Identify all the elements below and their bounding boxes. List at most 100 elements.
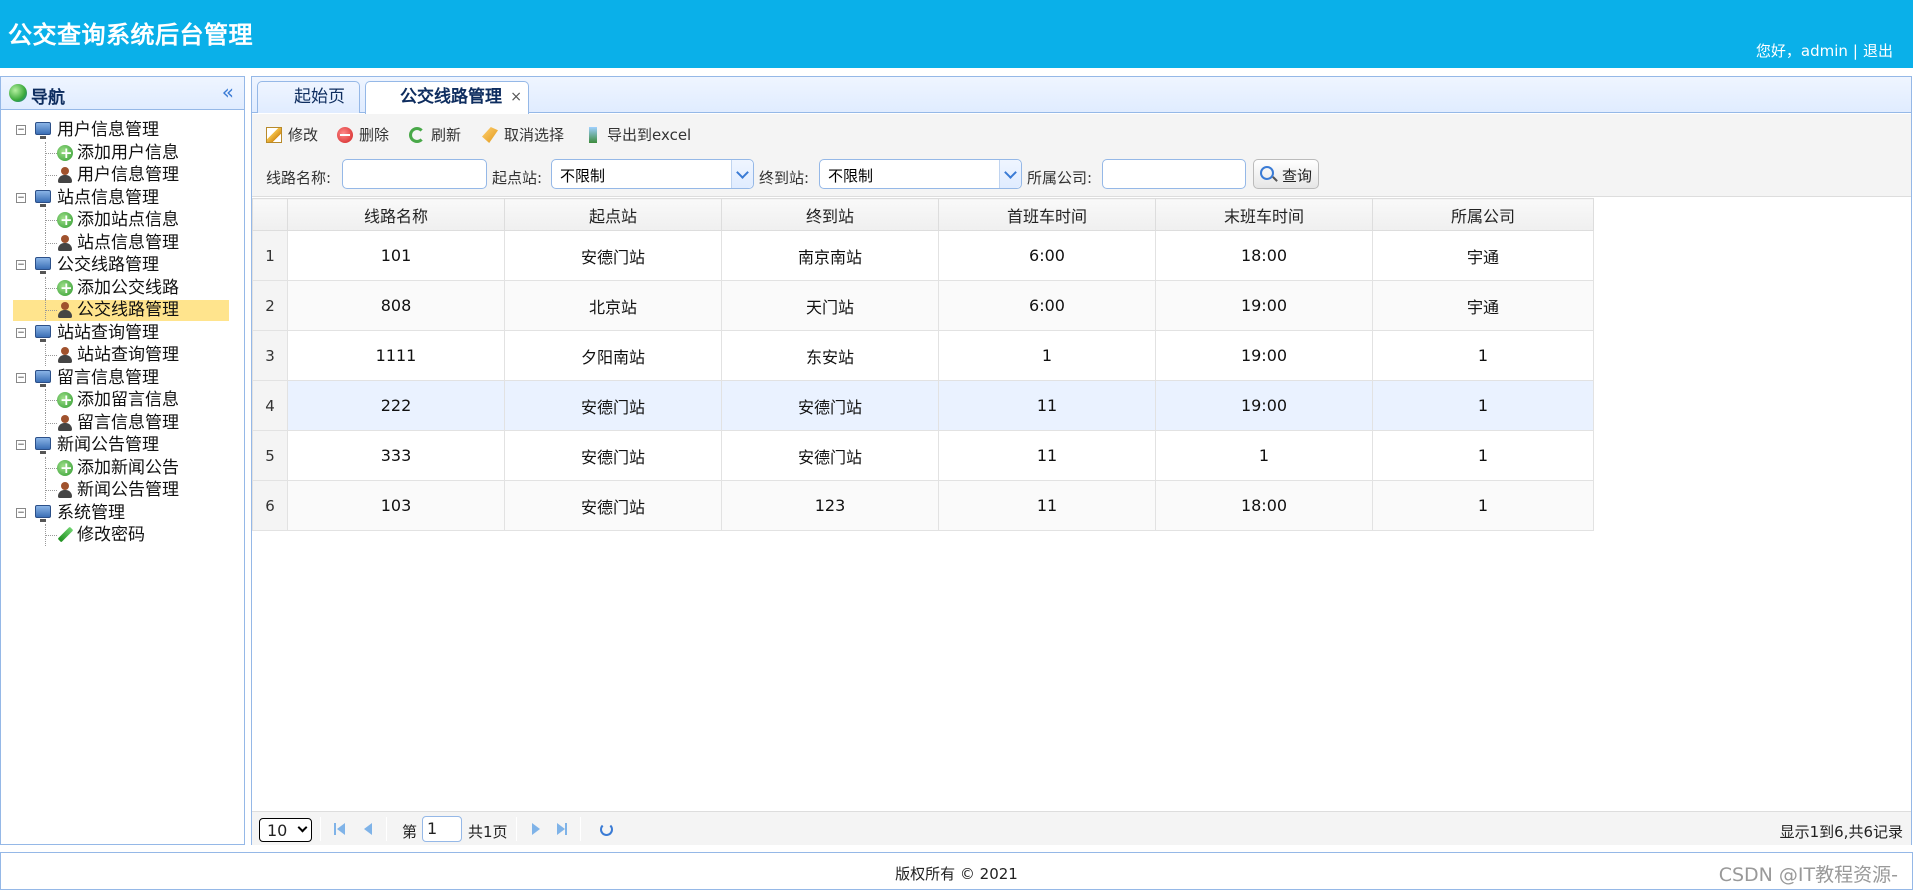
table-cell[interactable]: 222 (287, 380, 505, 431)
tree-group[interactable]: − 站站查询管理 (13, 322, 233, 345)
table-cell[interactable]: 宇通 (1372, 230, 1594, 281)
tree-item[interactable]: 添加留言信息 (13, 389, 233, 412)
tree-item[interactable]: 添加公交线路 (13, 276, 233, 300)
cancel-selection-button[interactable]: 取消选择 (482, 124, 577, 146)
collapse-toggle-icon[interactable]: − (16, 192, 26, 203)
table-cell[interactable]: 103 (287, 480, 505, 531)
tree-item[interactable]: 站点信息管理 (13, 231, 233, 255)
close-icon[interactable]: × (510, 82, 522, 112)
tree-group[interactable]: − 站点信息管理 (13, 187, 233, 210)
tree-group[interactable]: − 公交线路管理 (13, 254, 233, 277)
collapse-toggle-icon[interactable]: − (16, 125, 26, 135)
column-header[interactable]: 线路名称 (287, 198, 505, 231)
table-row[interactable]: 1 101 安德门站 南京南站 6:00 18:00 宇通 (252, 230, 1594, 281)
tree-item[interactable]: 用户信息管理 (13, 164, 233, 187)
table-cell[interactable]: 11 (938, 430, 1156, 481)
collapse-toggle-icon[interactable]: − (16, 260, 26, 270)
table-cell[interactable]: 808 (287, 280, 505, 331)
query-button[interactable]: 查询 (1253, 159, 1319, 189)
tab-bus-line-management[interactable]: 公交线路管理 × (365, 81, 529, 114)
table-row[interactable]: 2 808 北京站 天门站 6:00 19:00 宇通 (252, 280, 1594, 331)
table-cell[interactable]: 北京站 (504, 280, 722, 331)
edit-button[interactable]: 修改 (266, 124, 326, 146)
table-row[interactable]: 6 103 安德门站 123 11 18:00 1 (252, 480, 1594, 531)
table-cell[interactable]: 19:00 (1155, 330, 1373, 381)
table-cell[interactable]: 夕阳南站 (504, 330, 722, 381)
line-name-input[interactable] (342, 159, 487, 189)
table-cell[interactable]: 123 (721, 480, 939, 531)
column-header[interactable]: 所属公司 (1372, 198, 1594, 231)
column-header[interactable]: 首班车时间 (938, 198, 1156, 231)
collapse-icon[interactable]: « (222, 80, 234, 104)
table-cell[interactable]: 11 (938, 480, 1156, 531)
table-row[interactable]: 3 1111 夕阳南站 东安站 1 19:00 1 (252, 330, 1594, 381)
collapse-toggle-icon[interactable]: − (16, 507, 26, 518)
company-input[interactable] (1102, 159, 1246, 189)
table-cell[interactable]: 天门站 (721, 280, 939, 331)
table-cell[interactable]: 1 (1372, 380, 1594, 431)
logout-link[interactable]: 退出 (1863, 42, 1893, 60)
table-cell[interactable]: 6:00 (938, 230, 1156, 281)
chevron-down-icon[interactable] (999, 160, 1021, 188)
table-cell[interactable]: 6:00 (938, 280, 1156, 331)
last-page-icon[interactable] (554, 821, 570, 837)
start-station-value: 不限制 (560, 167, 606, 185)
table-cell[interactable]: 11 (938, 380, 1156, 431)
table-cell[interactable]: 东安站 (721, 330, 939, 381)
tab-home[interactable]: 起始页 (257, 81, 360, 113)
table-row[interactable]: 5 333 安德门站 安德门站 11 1 1 (252, 430, 1594, 481)
tree-group[interactable]: − 留言信息管理 (13, 367, 233, 390)
tree-group[interactable]: − 系统管理 (13, 502, 233, 525)
start-station-select[interactable]: 不限制 (551, 159, 754, 189)
tree-item[interactable]: 添加站点信息 (13, 209, 233, 232)
tree-item[interactable]: 修改密码 (13, 524, 233, 547)
collapse-toggle-icon[interactable]: − (16, 372, 26, 383)
table-cell[interactable]: 安德门站 (504, 480, 722, 531)
collapse-toggle-icon[interactable]: − (16, 327, 26, 338)
table-cell[interactable]: 19:00 (1155, 280, 1373, 331)
tree-item[interactable]: 站站查询管理 (13, 344, 233, 367)
table-cell[interactable]: 南京南站 (721, 230, 939, 281)
table-cell[interactable]: 1 (1372, 430, 1594, 481)
tree-item[interactable]: 公交线路管理 (13, 299, 233, 322)
table-cell[interactable]: 1 (938, 330, 1156, 381)
tree-item[interactable]: 留言信息管理 (13, 411, 233, 435)
table-cell[interactable]: 1 (1372, 330, 1594, 381)
reload-icon[interactable] (600, 823, 613, 836)
refresh-button[interactable]: 刷新 (409, 124, 469, 146)
table-cell[interactable]: 1111 (287, 330, 505, 381)
table-cell[interactable]: 1 (1155, 430, 1373, 481)
table-cell[interactable]: 18:00 (1155, 230, 1373, 281)
table-cell[interactable]: 安德门站 (721, 430, 939, 481)
tree-item[interactable]: 添加新闻公告 (13, 456, 233, 480)
column-header[interactable]: 末班车时间 (1155, 198, 1373, 231)
table-cell[interactable]: 安德门站 (504, 230, 722, 281)
end-station-select[interactable]: 不限制 (819, 159, 1022, 189)
table-cell[interactable]: 333 (287, 430, 505, 481)
table-cell[interactable]: 安德门站 (504, 430, 722, 481)
column-header[interactable]: 起点站 (504, 198, 722, 231)
tree-item[interactable]: 新闻公告管理 (13, 479, 233, 502)
tree-group[interactable]: − 新闻公告管理 (13, 434, 233, 457)
table-cell[interactable]: 18:00 (1155, 480, 1373, 531)
page-number-input[interactable]: 1 (422, 816, 462, 842)
tree-group[interactable]: − 用户信息管理 (13, 119, 233, 142)
chevron-down-icon[interactable] (731, 160, 753, 188)
prev-page-icon[interactable] (360, 821, 376, 837)
next-page-icon[interactable] (528, 821, 544, 837)
table-cell[interactable]: 安德门站 (721, 380, 939, 431)
delete-button[interactable]: 删除 (337, 124, 397, 146)
greeting-text: 您好，admin (1755, 42, 1848, 60)
table-cell[interactable]: 1 (1372, 480, 1594, 531)
table-cell[interactable]: 101 (287, 230, 505, 281)
table-cell[interactable]: 19:00 (1155, 380, 1373, 431)
table-cell[interactable]: 宇通 (1372, 280, 1594, 331)
table-cell[interactable]: 安德门站 (504, 380, 722, 431)
first-page-icon[interactable] (332, 821, 348, 837)
tree-item[interactable]: 添加用户信息 (13, 141, 233, 165)
column-header[interactable]: 终到站 (721, 198, 939, 231)
collapse-toggle-icon[interactable]: − (16, 440, 26, 450)
page-size-select[interactable]: 10 (259, 818, 312, 842)
export-excel-button[interactable]: 导出到excel (585, 124, 695, 146)
table-row[interactable]: 4 222 安德门站 安德门站 11 19:00 1 (252, 380, 1594, 431)
